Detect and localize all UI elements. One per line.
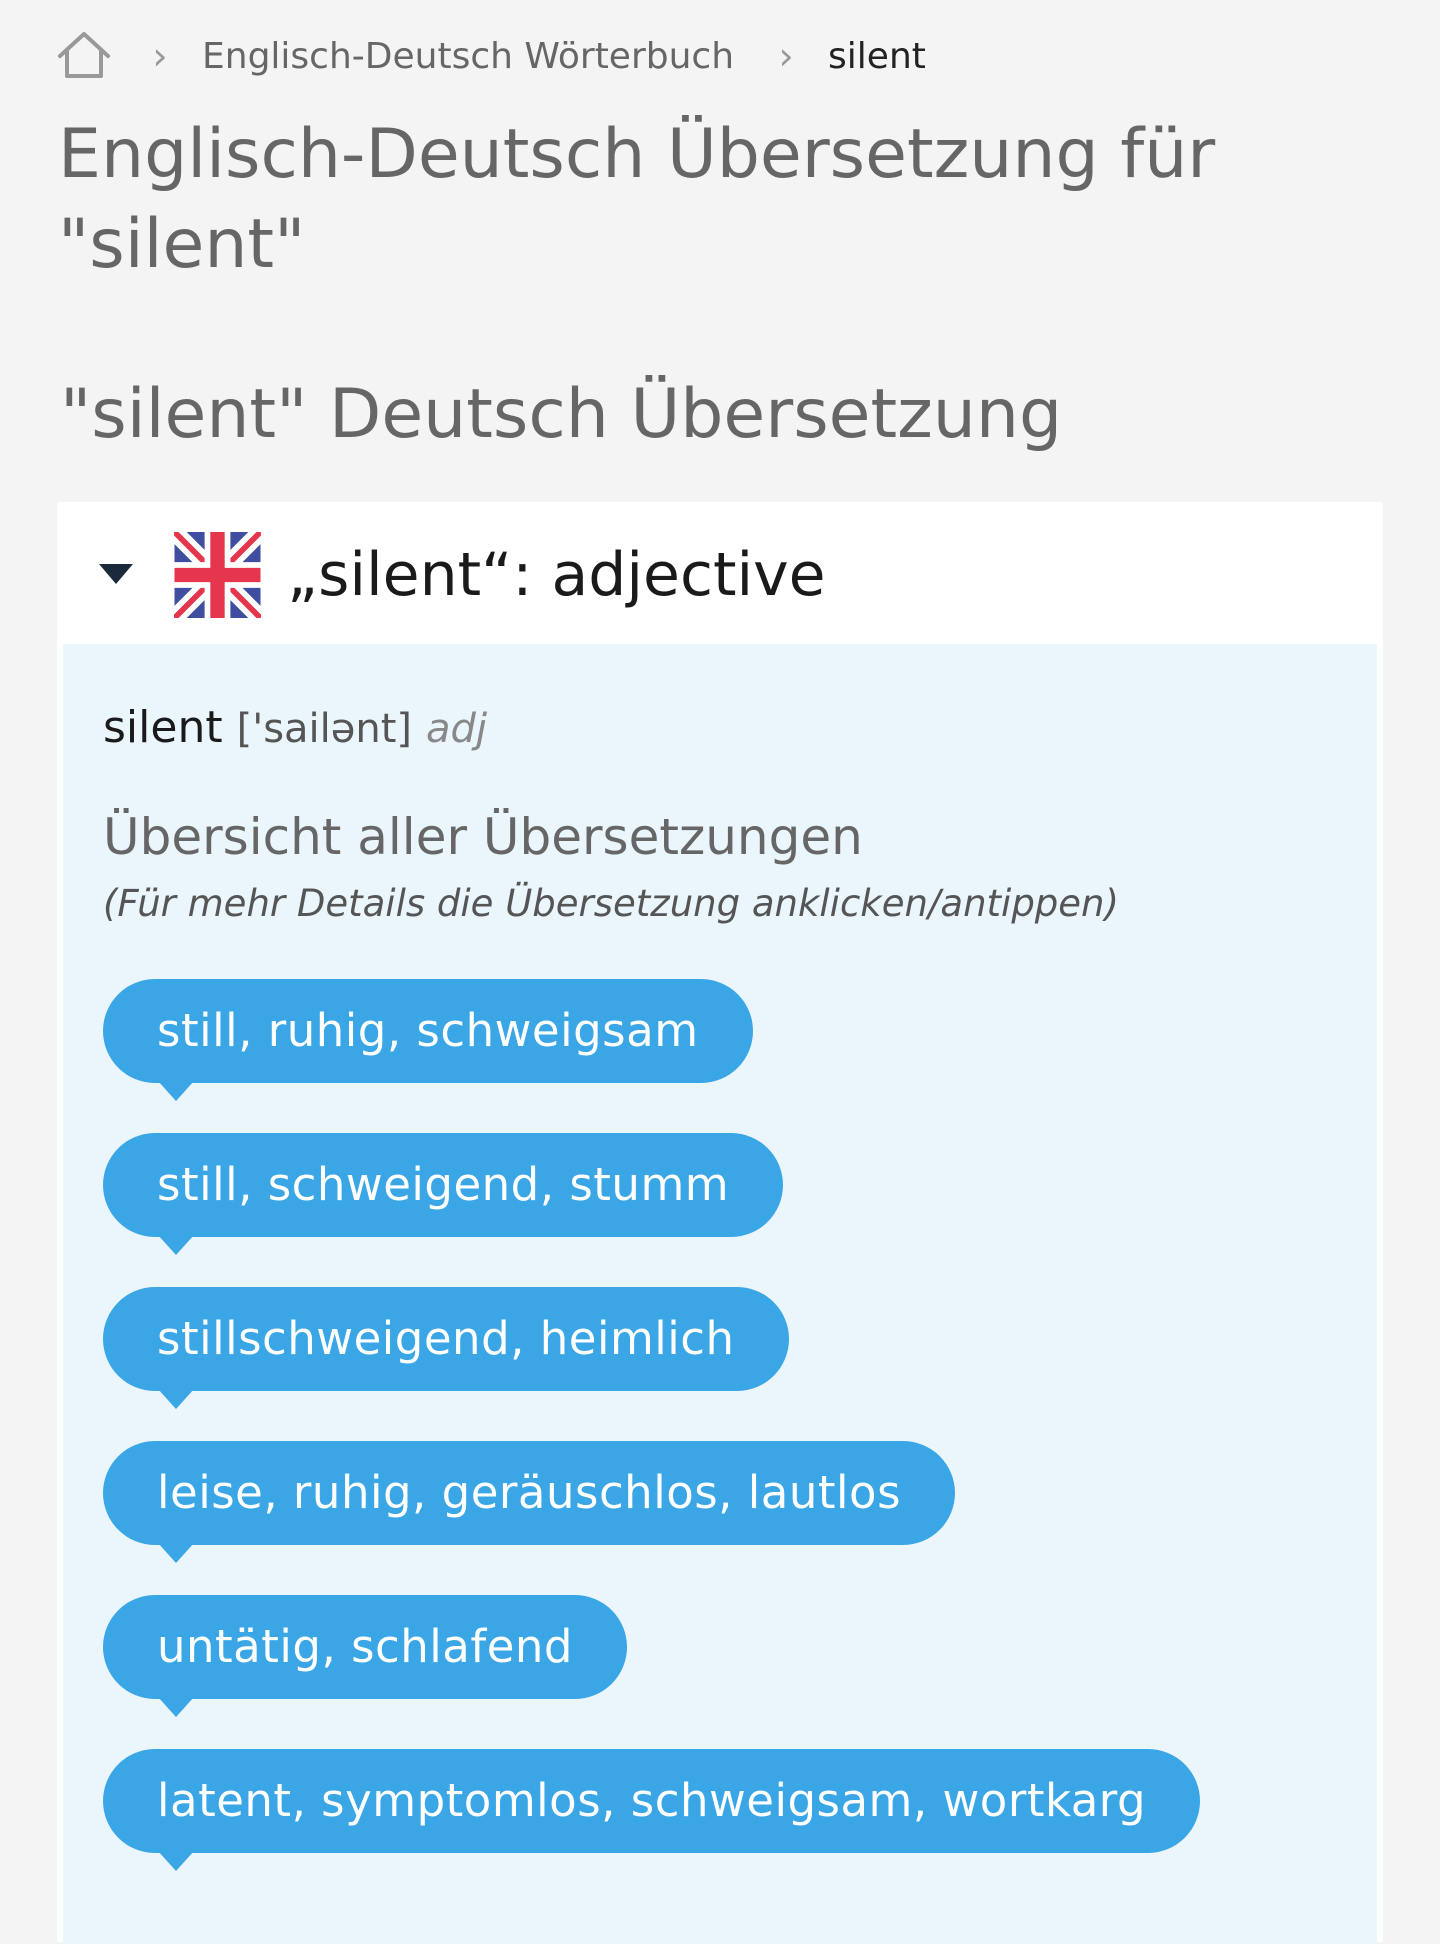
translation-chip[interactable]: stillschweigend, heimlich <box>103 1287 789 1409</box>
part-of-speech: adj <box>426 706 488 752</box>
uk-flag-icon <box>174 532 261 618</box>
breadcrumb-dictionary-link[interactable]: Englisch-Deutsch Wörterbuch <box>202 36 734 77</box>
breadcrumb-separator-icon: › <box>778 34 794 78</box>
translation-chip[interactable]: still, ruhig, schweigsam <box>103 979 753 1101</box>
headword-line: silent ['sailənt] adj <box>103 700 487 757</box>
overview-hint: (Für mehr Details die Übersetzung anklic… <box>103 882 1119 925</box>
breadcrumb-current: silent <box>828 35 926 77</box>
page-title: Englisch-Deutsch Übersetzung für "silent… <box>58 115 1216 284</box>
pronunciation: ['sailənt] <box>236 706 413 752</box>
entry-body: silent ['sailənt] adj Übersicht aller Üb… <box>63 644 1377 1944</box>
translation-list: still, ruhig, schweigsam still, schweige… <box>103 979 1333 1903</box>
headword: silent <box>103 702 223 753</box>
translation-chip[interactable]: still, schweigend, stumm <box>103 1133 784 1255</box>
breadcrumb-separator-icon: › <box>152 34 168 78</box>
breadcrumb: › Englisch-Deutsch Wörterbuch › silent <box>56 26 926 86</box>
overview-title: Übersicht aller Übersetzungen <box>103 808 863 866</box>
entry-header[interactable]: „silent“: adjective <box>57 502 1383 644</box>
translation-chip[interactable]: untätig, schlafend <box>103 1595 627 1717</box>
entry-card: „silent“: adjective silent ['sailənt] ad… <box>57 502 1383 1944</box>
caret-down-icon[interactable] <box>99 564 133 584</box>
translation-chip[interactable]: latent, symptomlos, schweigsam, wortkarg <box>103 1749 1201 1871</box>
home-icon[interactable] <box>56 30 112 82</box>
section-title: "silent" Deutsch Übersetzung <box>60 375 1063 454</box>
entry-heading: „silent“: adjective <box>287 540 826 610</box>
translation-chip[interactable]: leise, ruhig, geräuschlos, lautlos <box>103 1441 956 1563</box>
